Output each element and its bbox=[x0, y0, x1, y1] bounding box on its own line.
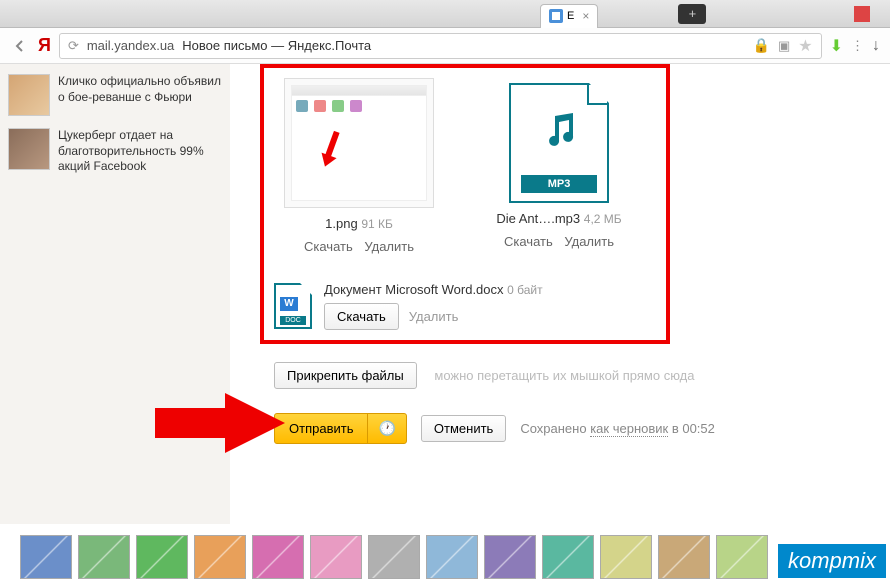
tab-close-icon[interactable]: × bbox=[582, 9, 589, 23]
tab-favicon bbox=[549, 9, 563, 23]
delete-link[interactable]: Удалить bbox=[564, 234, 614, 249]
news-thumbnail bbox=[8, 74, 50, 116]
saved-status: Сохранено как черновик в 00:52 bbox=[520, 421, 715, 436]
send-button[interactable]: Отправить 🕐 bbox=[274, 413, 407, 444]
delete-link[interactable]: Удалить bbox=[409, 309, 459, 324]
browser-tab[interactable]: E × bbox=[540, 4, 598, 28]
theme-swatch[interactable] bbox=[252, 535, 304, 579]
attachment-size: 4,2 МБ bbox=[584, 212, 622, 226]
content-area: Кличко официально объявил о бое-реванше … bbox=[0, 64, 890, 524]
cancel-button[interactable]: Отменить bbox=[421, 415, 506, 442]
download-link[interactable]: Скачать bbox=[304, 239, 353, 254]
theme-swatch[interactable] bbox=[542, 535, 594, 579]
theme-swatch[interactable] bbox=[20, 535, 72, 579]
extension-icon[interactable] bbox=[854, 6, 870, 22]
send-label: Отправить bbox=[275, 414, 368, 443]
back-button[interactable] bbox=[10, 36, 30, 56]
attachment-name: Die Ant….mp3 bbox=[496, 211, 580, 226]
word-doc-icon: W DOC bbox=[274, 283, 312, 329]
news-text: Кличко официально объявил о бое-реванше … bbox=[58, 74, 222, 105]
attachment-name: 1.png bbox=[325, 216, 358, 231]
draft-link[interactable]: как черновик bbox=[590, 421, 668, 437]
reload-icon[interactable]: ⟳ bbox=[68, 38, 79, 54]
theme-swatch[interactable] bbox=[310, 535, 362, 579]
drag-hint: можно перетащить их мышкой прямо сюда bbox=[434, 368, 694, 383]
attach-files-button[interactable]: Прикрепить файлы bbox=[274, 362, 417, 389]
attachment-size: 91 КБ bbox=[361, 217, 393, 231]
lock-icon: 🔒 bbox=[753, 37, 770, 54]
theme-swatch[interactable] bbox=[136, 535, 188, 579]
theme-swatch[interactable] bbox=[78, 535, 130, 579]
news-item[interactable]: Цукерберг отдает на благотворительность … bbox=[8, 122, 222, 181]
compose-main: 1.png 91 КБ Скачать Удалить MP3 bbox=[230, 64, 890, 524]
download-button[interactable]: Скачать bbox=[324, 303, 399, 330]
new-tab-button[interactable]: + bbox=[678, 4, 706, 24]
attachment-item-doc: W DOC Документ Microsoft Word.docx 0 бай… bbox=[274, 274, 656, 330]
shield-icon: ▣ bbox=[778, 38, 790, 54]
url-field[interactable]: ⟳ mail.yandex.ua Новое письмо — Яндекс.П… bbox=[59, 33, 822, 59]
url-domain: mail.yandex.ua bbox=[87, 38, 174, 53]
theme-swatch[interactable] bbox=[600, 535, 652, 579]
mp3-badge: MP3 bbox=[521, 175, 597, 193]
address-bar: Я ⟳ mail.yandex.ua Новое письмо — Яндекс… bbox=[0, 28, 890, 64]
download-link[interactable]: Скачать bbox=[504, 234, 553, 249]
theme-swatch[interactable] bbox=[194, 535, 246, 579]
yandex-logo[interactable]: Я bbox=[38, 35, 51, 56]
theme-swatch[interactable] bbox=[368, 535, 420, 579]
downloads-icon[interactable]: ⬇ bbox=[830, 36, 843, 56]
browser-tab-bar: E × + bbox=[0, 0, 890, 28]
news-item[interactable]: Кличко официально объявил о бое-реванше … bbox=[8, 68, 222, 122]
attachments-box: 1.png 91 КБ Скачать Удалить MP3 bbox=[260, 64, 670, 344]
attachment-item: MP3 Die Ant….mp3 4,2 МБ Скачать Удалить bbox=[474, 78, 644, 254]
theme-swatch[interactable] bbox=[658, 535, 710, 579]
page-title: Новое письмо — Яндекс.Почта bbox=[182, 38, 371, 53]
attachment-preview[interactable] bbox=[284, 78, 434, 208]
theme-swatch[interactable] bbox=[716, 535, 768, 579]
delete-link[interactable]: Удалить bbox=[364, 239, 414, 254]
theme-swatch[interactable] bbox=[426, 535, 478, 579]
theme-swatch[interactable] bbox=[484, 535, 536, 579]
menu-icon[interactable]: ⋮ bbox=[851, 38, 864, 54]
attachment-item: 1.png 91 КБ Скачать Удалить bbox=[274, 78, 444, 254]
schedule-icon[interactable]: 🕐 bbox=[368, 420, 405, 437]
watermark: kompmix bbox=[778, 544, 886, 578]
tab-title: E bbox=[567, 10, 574, 22]
theme-swatch-strip bbox=[20, 532, 870, 582]
annotation-arrow bbox=[155, 388, 285, 458]
bookmark-star-icon[interactable]: ★ bbox=[798, 36, 812, 56]
news-text: Цукерберг отдает на благотворительность … bbox=[58, 128, 222, 175]
attachment-preview[interactable]: MP3 bbox=[509, 83, 609, 203]
news-thumbnail bbox=[8, 128, 50, 170]
download-arrow-icon[interactable]: ↓ bbox=[872, 37, 880, 55]
attachment-size: 0 байт bbox=[507, 283, 542, 297]
music-note-icon bbox=[541, 110, 581, 150]
attachment-name: Документ Microsoft Word.docx bbox=[324, 282, 504, 297]
